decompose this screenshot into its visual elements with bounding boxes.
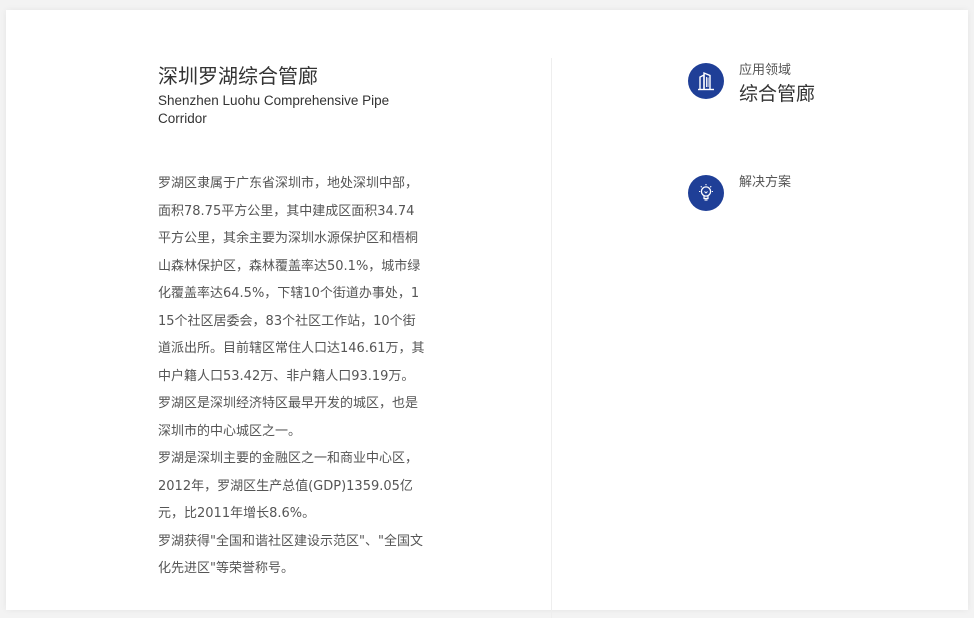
solution-label: 解决方案: [739, 175, 792, 190]
application-field-value: 综合管廊: [739, 83, 816, 105]
application-field-label: 应用领域: [739, 63, 792, 78]
project-subtitle: Shenzhen Luohu Comprehensive Pipe Corrid…: [158, 93, 390, 126]
description-paragraph: 罗湖是深圳主要的金融区之一和商业中心区，2012年，罗湖区生产总值(GDP)13…: [158, 451, 419, 521]
project-title: 深圳罗湖综合管廊: [158, 64, 318, 88]
column-divider: [551, 58, 552, 618]
description-paragraph: 罗湖获得"全国和谐社区建设示范区"、"全国文化先进区"等荣誉称号。: [158, 533, 423, 577]
description-paragraph: 罗湖区隶属于广东省深圳市，地处深圳中部，面积78.75平方公里，其中建成区面积3…: [158, 176, 425, 439]
project-description: 罗湖区隶属于广东省深圳市，地处深圳中部，面积78.75平方公里，其中建成区面积3…: [158, 170, 426, 583]
building-icon: [688, 63, 724, 99]
lightbulb-icon: [688, 175, 724, 211]
project-card: 深圳罗湖综合管廊 Shenzhen Luohu Comprehensive Pi…: [6, 10, 968, 618]
